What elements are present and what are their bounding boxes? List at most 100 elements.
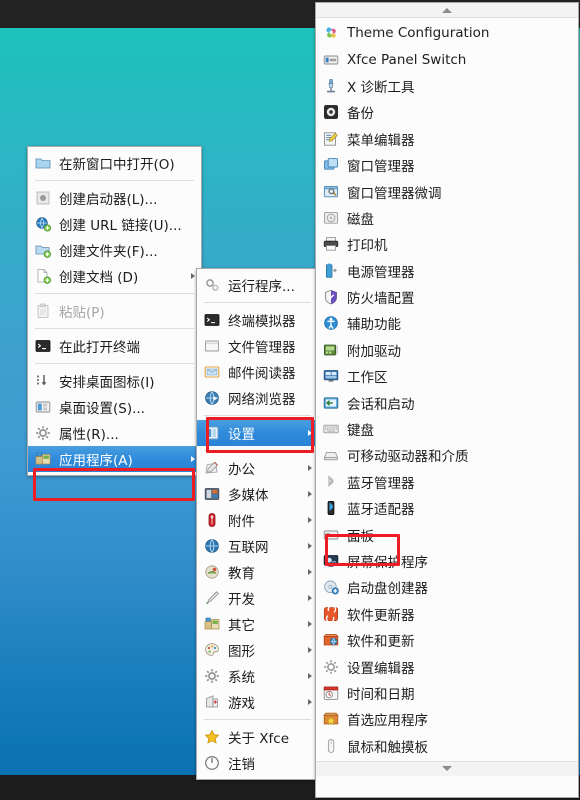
menu-item-mouse-touchpad[interactable]: 鼠标和触摸板 — [316, 733, 578, 759]
menu-item-window-manager-tweaks[interactable]: 窗口管理器微调 — [316, 178, 578, 204]
submenu-arrow-icon — [308, 465, 312, 471]
menu-item-internet-globe[interactable]: 互联网 — [197, 533, 318, 559]
menu-item-applications[interactable]: 应用程序(A) — [28, 446, 201, 472]
mouse-touchpad-icon — [322, 737, 340, 755]
menu-item-label: 键盘 — [347, 423, 374, 440]
menu-item-label: 应用程序(A) — [59, 453, 133, 469]
scroll-up-arrow[interactable] — [316, 3, 578, 18]
development-icon — [203, 589, 221, 607]
submenu-arrow-icon — [308, 430, 312, 436]
new-folder-icon — [34, 241, 52, 259]
menu-item-label: 菜单编辑器 — [347, 132, 415, 149]
menu-item-office[interactable]: 办公 — [197, 455, 318, 481]
menu-item-education[interactable]: 教育 — [197, 559, 318, 585]
menu-item-file-manager[interactable]: 文件管理器 — [197, 333, 318, 359]
menu-item-settings[interactable]: 设置 — [197, 420, 318, 446]
menu-item-new-folder[interactable]: 创建文件夹(F)... — [28, 237, 201, 263]
menu-item-panel-switch[interactable]: Xfce Panel Switch — [316, 46, 578, 72]
menu-item-theme-configuration[interactable]: Theme Configuration — [316, 20, 578, 46]
menu-item-logout-power[interactable]: 注销 — [197, 750, 318, 776]
menu-item-bluetooth-manager[interactable]: 蓝牙管理器 — [316, 469, 578, 495]
menu-item-settings-editor[interactable]: 设置编辑器 — [316, 653, 578, 679]
applications-menu[interactable]: 运行程序... 终端模拟器 文件管理器 邮件阅读器网络浏览器设置办公多媒体附件 互联网教… — [196, 268, 319, 780]
software-and-updates-icon — [322, 631, 340, 649]
applications-icon — [34, 450, 52, 468]
menu-item-bluetooth-adapter[interactable]: 蓝牙适配器 — [316, 495, 578, 521]
menu-item-games[interactable]: 游戏 — [197, 689, 318, 715]
menu-item-label: 多媒体 — [228, 488, 269, 504]
properties-gear-icon — [34, 424, 52, 442]
menu-item-power-manager[interactable]: 电源管理器 — [316, 258, 578, 284]
menu-item-removable-drives[interactable]: 可移动驱动器和介质 — [316, 442, 578, 468]
menu-item-development[interactable]: 开发 — [197, 585, 318, 611]
menu-item-screensaver[interactable]: 屏幕保护程序 — [316, 548, 578, 574]
menu-item-backup[interactable]: 备份 — [316, 99, 578, 125]
menu-item-run-program[interactable]: 运行程序... — [197, 272, 318, 298]
menu-item-x-diagnostics[interactable]: X 诊断工具 — [316, 73, 578, 99]
menu-item-software-updater[interactable]: 软件更新器 — [316, 601, 578, 627]
workspaces-icon — [322, 367, 340, 385]
menu-item-terminal[interactable]: 终端模拟器 — [197, 307, 318, 333]
menu-item-menu-editor[interactable]: 菜单编辑器 — [316, 126, 578, 152]
menu-item-desktop-settings[interactable]: 桌面设置(S)... — [28, 394, 201, 420]
web-browser-icon — [203, 389, 221, 407]
menu-item-properties-gear[interactable]: 属性(R)... — [28, 420, 201, 446]
menu-item-label: 启动盘创建器 — [347, 581, 428, 598]
menu-item-firewall[interactable]: 防火墙配置 — [316, 284, 578, 310]
menu-item-graphics[interactable]: 图形 — [197, 637, 318, 663]
menu-item-panel[interactable]: 面板 — [316, 521, 578, 547]
system-gear-icon — [203, 667, 221, 685]
run-program-icon — [203, 276, 221, 294]
menu-item-additional-drivers[interactable]: 附加驱动 — [316, 337, 578, 363]
menu-item-label: 粘贴(P) — [59, 305, 105, 321]
desktop-context-menu[interactable]: 在新窗口中打开(O) 创建启动器(L)... 创建 URL 链接(U)... 创建文件… — [27, 146, 202, 476]
menu-item-web-browser[interactable]: 网络浏览器 — [197, 385, 318, 411]
menu-item-accessibility[interactable]: 辅助功能 — [316, 310, 578, 336]
education-icon — [203, 563, 221, 581]
menu-item-other[interactable]: 其它 — [197, 611, 318, 637]
menu-item-arrange-icons[interactable]: 安排桌面图标(I) — [28, 368, 201, 394]
menu-item-folder[interactable]: 在新窗口中打开(O) — [28, 150, 201, 176]
menu-item-label: 蓝牙管理器 — [347, 475, 415, 492]
menu-item-startup-disk-creator[interactable]: 启动盘创建器 — [316, 574, 578, 600]
menu-editor-icon — [322, 130, 340, 148]
menu-item-window-manager[interactable]: 窗口管理器 — [316, 152, 578, 178]
menu-item-label: 办公 — [228, 462, 255, 478]
menu-item-label: 网络浏览器 — [228, 392, 296, 408]
menu-item-software-and-updates[interactable]: 软件和更新 — [316, 627, 578, 653]
star-icon — [203, 728, 221, 746]
menu-item-label: 屏幕保护程序 — [347, 555, 428, 571]
menu-item-printer[interactable]: 打印机 — [316, 231, 578, 257]
menu-separator — [35, 180, 194, 181]
menu-item-star[interactable]: 关于 Xfce — [197, 724, 318, 750]
menu-item-time-and-date[interactable]: 时间和日期 — [316, 680, 578, 706]
menu-item-label: 其它 — [228, 618, 255, 634]
arrange-icons-icon — [34, 372, 52, 390]
menu-item-label: 在新窗口中打开(O) — [59, 157, 175, 173]
menu-item-system-gear[interactable]: 系统 — [197, 663, 318, 689]
menu-item-mail-reader[interactable]: 邮件阅读器 — [197, 359, 318, 385]
menu-item-multimedia[interactable]: 多媒体 — [197, 481, 318, 507]
menu-item-label: 窗口管理器 — [347, 159, 415, 176]
menu-item-workspaces[interactable]: 工作区 — [316, 363, 578, 389]
startup-disk-creator-icon — [322, 578, 340, 596]
menu-item-preferred-applications[interactable]: 首选应用程序 — [316, 706, 578, 732]
menu-item-keyboard[interactable]: 键盘 — [316, 416, 578, 442]
menu-item-label: 注销 — [228, 757, 255, 773]
scroll-down-arrow[interactable] — [316, 760, 578, 776]
settings-submenu[interactable]: Theme Configuration Xfce Panel Switch X 诊断… — [315, 2, 579, 798]
triangle-up-icon — [442, 7, 452, 13]
menu-item-url-link[interactable]: 创建 URL 链接(U)... — [28, 211, 201, 237]
menu-item-label: 鼠标和触摸板 — [347, 739, 428, 756]
menu-item-label: Xfce Panel Switch — [347, 51, 467, 68]
menu-item-new-document[interactable]: 创建文档 (D) — [28, 263, 201, 289]
menu-item-launcher[interactable]: 创建启动器(L)... — [28, 185, 201, 211]
menu-item-paste[interactable]: 粘贴(P) — [28, 298, 201, 324]
menu-item-disks[interactable]: 磁盘 — [316, 205, 578, 231]
menu-item-label: X 诊断工具 — [347, 79, 415, 96]
menu-item-session-startup[interactable]: 会话和启动 — [316, 389, 578, 415]
menu-item-label: 防火墙配置 — [347, 291, 415, 308]
menu-item-terminal[interactable]: 在此打开终端 — [28, 333, 201, 359]
menu-item-label: 关于 Xfce — [228, 731, 290, 747]
menu-item-accessories[interactable]: 附件 — [197, 507, 318, 533]
